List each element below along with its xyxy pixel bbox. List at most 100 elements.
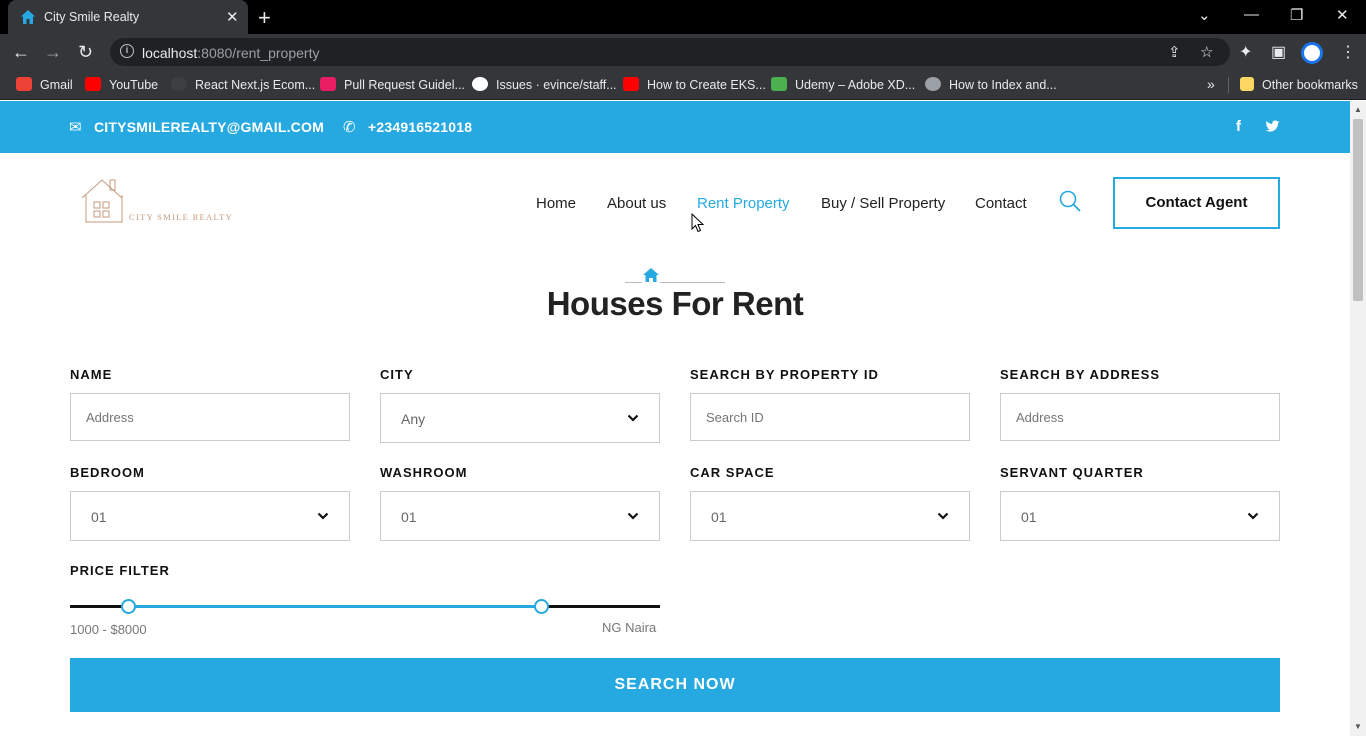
logo-text: CITY SMILE REALTY bbox=[129, 212, 234, 222]
car-space-select[interactable]: 01 bbox=[690, 491, 970, 541]
forward-icon[interactable]: → bbox=[44, 42, 62, 63]
gmail-icon bbox=[16, 77, 32, 91]
address-input[interactable] bbox=[1000, 393, 1280, 441]
nav-about-us[interactable]: About us bbox=[607, 195, 666, 212]
name-label: NAME bbox=[70, 367, 113, 382]
home-icon bbox=[21, 10, 35, 24]
price-range-slider[interactable] bbox=[70, 596, 660, 616]
scrollbar-thumb[interactable] bbox=[1353, 119, 1363, 301]
phone-icon: ✆ bbox=[343, 119, 356, 136]
nav-rent-property[interactable]: Rent Property bbox=[697, 195, 790, 212]
price-range-text: 1000 - $8000 bbox=[70, 622, 147, 637]
city-select[interactable]: Any bbox=[380, 393, 660, 443]
browser-titlebar: City Smile Realty ✕ + ⌄ — ❐ ✕ bbox=[0, 0, 1366, 34]
servant-quarter-label: SERVANT QUARTER bbox=[1000, 465, 1144, 480]
home-icon bbox=[642, 267, 660, 283]
bookmark-udemy[interactable]: Udemy – Adobe XD... bbox=[771, 77, 915, 92]
youtube-icon bbox=[623, 77, 639, 91]
address-label: SEARCH BY ADDRESS bbox=[1000, 367, 1161, 382]
currency-text: NG Naira bbox=[602, 620, 657, 635]
washroom-label: WASHROOM bbox=[380, 465, 468, 480]
browser-toolbar: ← → ↻ i localhost:8080/rent_property ⇪ ☆… bbox=[0, 34, 1366, 70]
nav-contact[interactable]: Contact bbox=[975, 195, 1027, 212]
profile-avatar[interactable] bbox=[1301, 42, 1323, 64]
site-logo[interactable]: CITY SMILE REALTY bbox=[80, 176, 234, 226]
car-space-value: 01 bbox=[711, 509, 727, 525]
property-id-input[interactable] bbox=[690, 393, 970, 441]
nav-home[interactable]: Home bbox=[536, 195, 576, 212]
page-content: ✉ CITYSMILEREALTY@GMAIL.COM ✆ +234916521… bbox=[0, 101, 1350, 736]
bookmark-other[interactable]: Other bookmarks bbox=[1240, 77, 1358, 92]
bedroom-value: 01 bbox=[91, 509, 107, 525]
web-icon bbox=[171, 77, 187, 91]
youtube-icon bbox=[85, 77, 101, 91]
chevron-down-icon bbox=[627, 512, 639, 520]
city-value: Any bbox=[401, 411, 426, 427]
bookmark-gmail[interactable]: Gmail bbox=[16, 77, 73, 92]
phone-link[interactable]: +234916521018 bbox=[368, 119, 472, 135]
washroom-select[interactable]: 01 bbox=[380, 491, 660, 541]
restore-icon[interactable]: ❐ bbox=[1290, 6, 1303, 24]
name-input[interactable] bbox=[70, 393, 350, 441]
house-logo-icon bbox=[81, 179, 123, 223]
extensions-icon[interactable]: ✦ bbox=[1239, 42, 1252, 62]
folder-icon bbox=[1240, 77, 1254, 91]
bookmark-youtube[interactable]: YouTube bbox=[85, 77, 158, 92]
page-title: Houses For Rent bbox=[546, 285, 804, 322]
bookmark-eks[interactable]: How to Create EKS... bbox=[623, 77, 766, 92]
close-window-icon[interactable]: ✕ bbox=[1336, 6, 1349, 24]
more-bookmarks-icon[interactable]: » bbox=[1207, 76, 1215, 92]
email-link[interactable]: CITYSMILEREALTY@GMAIL.COM bbox=[94, 119, 324, 135]
servant-quarter-select[interactable]: 01 bbox=[1000, 491, 1280, 541]
page-scrollbar[interactable]: ▲ ▼ bbox=[1350, 101, 1366, 736]
address-bar[interactable]: i localhost:8080/rent_property ⇪ ☆ bbox=[110, 38, 1230, 66]
facebook-icon[interactable]: f bbox=[1236, 118, 1241, 135]
site-info-icon[interactable]: i bbox=[120, 44, 134, 58]
browser-tab[interactable]: City Smile Realty ✕ bbox=[8, 0, 248, 34]
bookmark-divider bbox=[1228, 77, 1229, 93]
slider-handle-min[interactable] bbox=[120, 599, 136, 614]
search-icon[interactable] bbox=[1058, 189, 1082, 213]
property-id-label: SEARCH BY PROPERTY ID bbox=[690, 367, 879, 382]
chevron-down-icon bbox=[937, 512, 949, 520]
top-contact-bar: ✉ CITYSMILEREALTY@GMAIL.COM ✆ +234916521… bbox=[0, 101, 1350, 153]
slider-handle-max[interactable] bbox=[533, 599, 549, 614]
slider-fill bbox=[127, 605, 541, 608]
washroom-value: 01 bbox=[401, 509, 417, 525]
side-panel-icon[interactable]: ▣ bbox=[1271, 42, 1286, 62]
site-icon bbox=[320, 77, 336, 91]
tab-search-icon[interactable]: ⌄ bbox=[1198, 6, 1211, 24]
bookmarks-bar: Gmail YouTube React Next.js Ecom... Pull… bbox=[0, 70, 1366, 100]
price-filter-label: PRICE FILTER bbox=[70, 563, 170, 578]
car-space-label: CAR SPACE bbox=[690, 465, 775, 480]
twitter-icon[interactable] bbox=[1265, 120, 1280, 133]
bookmark-issues[interactable]: Issues · evince/staff... bbox=[472, 77, 617, 92]
bookmark-pull-request[interactable]: Pull Request Guidel... bbox=[320, 77, 465, 92]
envelope-icon: ✉ bbox=[69, 119, 82, 136]
minimize-icon[interactable]: — bbox=[1244, 6, 1259, 23]
scroll-up-icon[interactable]: ▲ bbox=[1354, 105, 1362, 114]
bedroom-label: BEDROOM bbox=[70, 465, 145, 480]
search-now-button[interactable]: SEARCH NOW bbox=[70, 658, 1280, 712]
menu-dots-icon[interactable]: ⋮ bbox=[1340, 42, 1356, 62]
chevron-down-icon bbox=[627, 414, 639, 422]
bedroom-select[interactable]: 01 bbox=[70, 491, 350, 541]
contact-agent-button[interactable]: Contact Agent bbox=[1113, 177, 1280, 229]
bookmark-star-icon[interactable]: ☆ bbox=[1200, 43, 1213, 61]
title-divider bbox=[625, 282, 725, 283]
chevron-down-icon bbox=[317, 512, 329, 520]
bookmark-index[interactable]: How to Index and... bbox=[925, 77, 1057, 92]
servant-quarter-value: 01 bbox=[1021, 509, 1037, 525]
new-tab-icon[interactable]: + bbox=[258, 5, 271, 31]
back-icon[interactable]: ← bbox=[12, 42, 30, 63]
github-icon bbox=[472, 77, 488, 91]
nav-buy-sell-property[interactable]: Buy / Sell Property bbox=[821, 195, 945, 212]
bookmark-react-next[interactable]: React Next.js Ecom... bbox=[171, 77, 315, 92]
share-icon[interactable]: ⇪ bbox=[1168, 43, 1181, 61]
city-label: CITY bbox=[380, 367, 414, 382]
reload-icon[interactable]: ↻ bbox=[78, 42, 93, 63]
scroll-down-icon[interactable]: ▼ bbox=[1354, 722, 1362, 731]
url-text[interactable]: localhost:8080/rent_property bbox=[142, 45, 319, 61]
globe-icon bbox=[925, 77, 941, 91]
tab-close-icon[interactable]: ✕ bbox=[226, 8, 239, 26]
